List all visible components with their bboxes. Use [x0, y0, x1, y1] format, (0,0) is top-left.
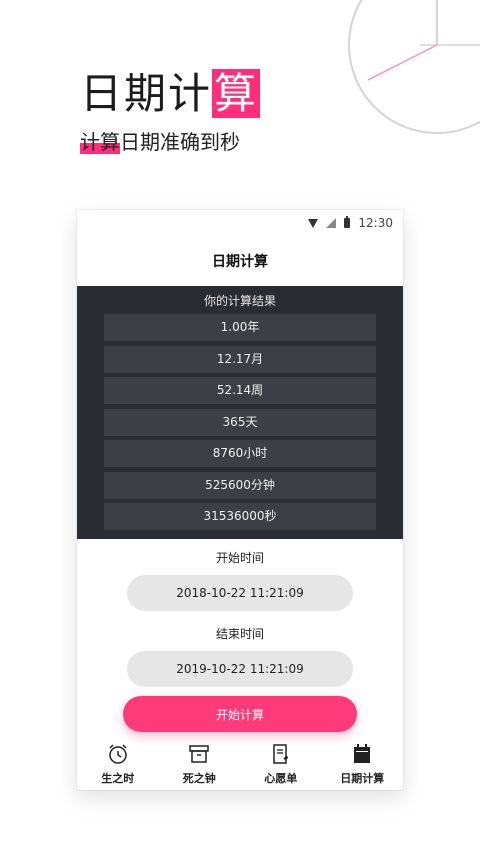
start-time-field[interactable]: 2018-10-22 11:21:09	[127, 574, 353, 611]
tab-date-calc[interactable]: 日期计算	[322, 742, 402, 786]
promo-subtitle-highlight: 计算	[80, 130, 120, 154]
result-years: 1.00年	[104, 314, 376, 341]
results-panel: 你的计算结果 1.00年 12.17月 52.14周 365天 8760小时 5…	[77, 286, 403, 539]
tab-label-date-calc: 日期计算	[340, 772, 385, 785]
tab-wishlist[interactable]: 心愿单	[241, 742, 321, 786]
promo-title-text: 日期计	[80, 69, 213, 118]
calendar-icon	[350, 742, 374, 766]
result-hours: 8760小时	[104, 440, 376, 467]
status-time: 12:30	[358, 216, 393, 230]
promo-subtitle: 计算日期准确到秒	[80, 126, 240, 155]
page-title: 日期计算	[212, 254, 268, 270]
result-minutes: 525600分钟	[104, 471, 376, 499]
end-time-label: 结束时间	[215, 626, 264, 641]
status-bar: 12:30	[77, 210, 403, 236]
bottom-tab-bar: 生之时 死之钟 心愿单 日期计算	[77, 742, 403, 790]
alarm-clock-icon	[106, 742, 130, 766]
box-icon	[187, 742, 211, 766]
result-days: 365天	[104, 408, 376, 436]
calculate-button[interactable]: 开始计算	[123, 696, 357, 732]
result-seconds: 31536000秒	[104, 503, 376, 530]
result-months: 12.17月	[104, 345, 376, 373]
wifi-icon	[308, 218, 319, 228]
end-time-field[interactable]: 2019-10-22 11:21:09	[127, 650, 353, 687]
tab-label-wishlist: 心愿单	[264, 772, 298, 785]
promo-title-highlight: 算	[212, 69, 261, 118]
tab-birth-time[interactable]: 生之时	[78, 742, 158, 786]
promo-title: 日期计算	[80, 60, 261, 121]
tab-label-death-clock: 死之钟	[182, 772, 216, 785]
result-weeks: 52.14周	[104, 377, 376, 404]
wishlist-icon	[269, 742, 293, 766]
signal-icon	[326, 218, 337, 228]
battery-icon	[344, 216, 351, 228]
results-title: 你的计算结果	[203, 294, 276, 308]
tab-label-birth-time: 生之时	[101, 772, 135, 785]
start-time-label: 开始时间	[215, 550, 264, 565]
promo-subtitle-text: 日期准确到秒	[120, 130, 240, 154]
phone-screen: 12:30 日期计算 你的计算结果 1.00年 12.17月 52.14周 36…	[77, 210, 403, 790]
tab-death-clock[interactable]: 死之钟	[159, 742, 239, 786]
